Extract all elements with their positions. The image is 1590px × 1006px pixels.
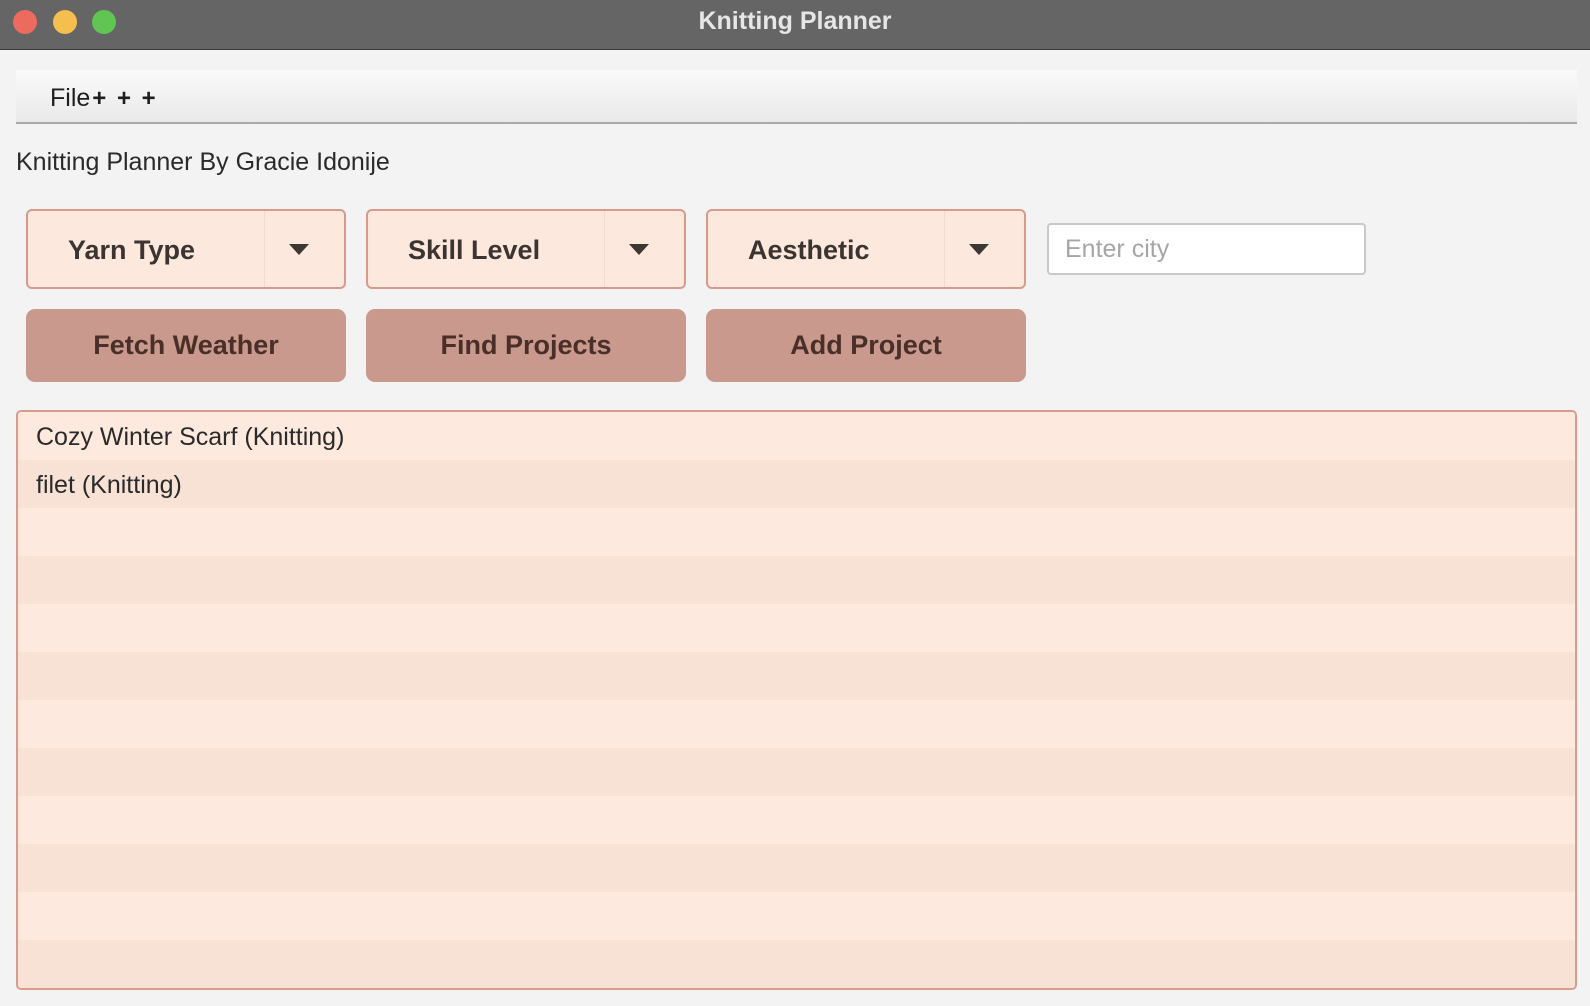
list-item[interactable] <box>18 652 1575 700</box>
list-item[interactable] <box>18 604 1575 652</box>
yarn-type-dropdown[interactable]: Yarn Type <box>26 209 346 289</box>
list-item[interactable] <box>18 940 1575 988</box>
city-input[interactable] <box>1047 223 1366 275</box>
list-item[interactable]: Cozy Winter Scarf (Knitting) <box>18 412 1575 460</box>
chevron-down-icon <box>969 244 989 255</box>
yarn-type-arrow-button[interactable] <box>264 211 344 287</box>
aesthetic-arrow-button[interactable] <box>944 211 1024 287</box>
list-item[interactable] <box>18 556 1575 604</box>
title-bar: Knitting Planner <box>0 0 1590 50</box>
add-project-button[interactable]: Add Project <box>706 309 1026 382</box>
yarn-type-label: Yarn Type <box>68 235 196 265</box>
list-item[interactable]: filet (Knitting) <box>18 460 1575 508</box>
file-menu-label: File <box>50 84 91 112</box>
list-item[interactable] <box>18 748 1575 796</box>
project-list[interactable]: Cozy Winter Scarf (Knitting) filet (Knit… <box>16 410 1577 990</box>
window-title: Knitting Planner <box>698 7 892 35</box>
aesthetic-dropdown[interactable]: Aesthetic <box>706 209 1026 289</box>
app-window: Knitting Planner File+ + + Knitting Plan… <box>0 0 1590 1006</box>
list-item[interactable] <box>18 508 1575 556</box>
skill-level-dropdown[interactable]: Skill Level <box>366 209 686 289</box>
skill-level-arrow-button[interactable] <box>604 211 684 287</box>
menu-bar: File+ + + <box>16 70 1577 124</box>
list-item[interactable] <box>18 796 1575 844</box>
chevron-down-icon <box>289 244 309 255</box>
list-item[interactable] <box>18 844 1575 892</box>
aesthetic-label: Aesthetic <box>748 235 870 265</box>
list-item[interactable] <box>18 892 1575 940</box>
chevron-down-icon <box>629 244 649 255</box>
fetch-weather-button[interactable]: Fetch Weather <box>26 309 346 382</box>
app-heading: Knitting Planner By Gracie Idonije <box>16 148 390 176</box>
find-projects-button[interactable]: Find Projects <box>366 309 686 382</box>
skill-level-label: Skill Level <box>408 235 541 265</box>
file-menu[interactable]: File+ + + <box>50 70 158 124</box>
list-item[interactable] <box>18 700 1575 748</box>
file-menu-extra: + + + <box>92 85 158 112</box>
